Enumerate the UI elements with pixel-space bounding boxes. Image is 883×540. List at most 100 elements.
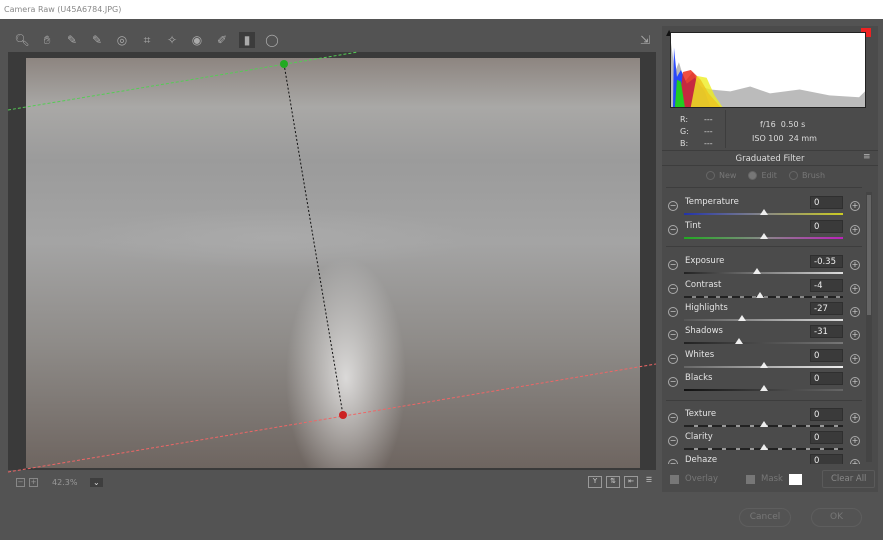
slider-value-input[interactable]: 0 bbox=[810, 408, 843, 421]
slider-value-input[interactable]: -31 bbox=[810, 325, 843, 338]
ok-button[interactable]: OK bbox=[811, 508, 862, 527]
scrollbar-thumb[interactable] bbox=[867, 195, 871, 315]
mode-radio-edit[interactable]: Edit bbox=[748, 171, 777, 180]
spot-removal-icon[interactable]: ✧ bbox=[164, 32, 180, 48]
mode-radio-brush[interactable]: Brush bbox=[788, 171, 826, 180]
decrease-icon[interactable]: − bbox=[668, 284, 678, 294]
panel-footer: Overlay Mask Clear All bbox=[662, 468, 878, 490]
increase-icon[interactable]: + bbox=[850, 284, 860, 294]
slider-value-input[interactable]: -0.35 bbox=[810, 255, 843, 268]
copy-settings-button[interactable]: ⇤ bbox=[624, 476, 638, 488]
swap-settings-button[interactable]: ⇅ bbox=[606, 476, 620, 488]
slider-value-input[interactable]: -4 bbox=[810, 279, 843, 292]
r-label: R: bbox=[680, 115, 689, 124]
mode-label: Edit bbox=[761, 171, 777, 180]
open-in-icon[interactable]: ⇲ bbox=[637, 32, 653, 48]
mask-checkbox[interactable] bbox=[746, 474, 756, 484]
decrease-icon[interactable]: − bbox=[668, 225, 678, 235]
slider-thumb[interactable] bbox=[759, 209, 768, 215]
zoom-out-button[interactable]: − bbox=[16, 477, 25, 487]
clear-all-button[interactable]: Clear All bbox=[821, 470, 876, 488]
white-balance-icon[interactable]: ✎ bbox=[64, 32, 80, 48]
slider-value-input[interactable]: 0 bbox=[810, 454, 843, 464]
slider-label: Clarity bbox=[685, 432, 713, 442]
increase-icon[interactable]: + bbox=[850, 201, 860, 211]
hand-icon[interactable]: ✋︎ bbox=[39, 32, 55, 48]
slider-value-input[interactable]: -27 bbox=[810, 302, 843, 315]
increase-icon[interactable]: + bbox=[850, 459, 860, 464]
slider-thumb[interactable] bbox=[759, 385, 768, 391]
slider-row-whites: − Whites 0 + bbox=[666, 349, 862, 372]
slider-row-dehaze: − Dehaze 0 + bbox=[666, 454, 862, 464]
decrease-icon[interactable]: − bbox=[668, 260, 678, 270]
b-value: --- bbox=[704, 139, 713, 148]
slider-track[interactable] bbox=[684, 319, 843, 321]
red-eye-icon[interactable]: ◉ bbox=[189, 32, 205, 48]
before-after-y-button[interactable]: Y bbox=[588, 476, 602, 488]
decrease-icon[interactable]: − bbox=[668, 459, 678, 464]
decrease-icon[interactable]: − bbox=[668, 354, 678, 364]
mask-color-swatch[interactable] bbox=[788, 473, 802, 485]
cancel-button[interactable]: Cancel bbox=[739, 508, 791, 527]
slider-label: Whites bbox=[685, 350, 715, 360]
slider-row-contrast: − Contrast -4 + bbox=[666, 279, 862, 302]
slider-value-input[interactable]: 0 bbox=[810, 196, 843, 209]
slider-thumb[interactable] bbox=[756, 292, 765, 298]
toolbar: 🔍︎ ✋︎ ✎ ✎ ◎ ⌗ ✧ ◉ ✐ ▮ ◯ bbox=[8, 28, 656, 52]
slider-row-texture: − Texture 0 + bbox=[666, 408, 862, 431]
color-sampler-icon[interactable]: ✎ bbox=[89, 32, 105, 48]
slider-thumb[interactable] bbox=[738, 315, 747, 321]
slider-thumb[interactable] bbox=[759, 421, 768, 427]
increase-icon[interactable]: + bbox=[850, 260, 860, 270]
slider-thumb[interactable] bbox=[759, 444, 768, 450]
decrease-icon[interactable]: − bbox=[668, 307, 678, 317]
panel-menu-icon[interactable]: ≡ bbox=[863, 152, 871, 162]
b-label: B: bbox=[680, 139, 689, 148]
decrease-icon[interactable]: − bbox=[668, 330, 678, 340]
overlay-checkbox[interactable] bbox=[670, 474, 679, 484]
toggle-settings-icon[interactable]: ☰ bbox=[642, 476, 656, 488]
zoom-icon[interactable]: 🔍︎ bbox=[14, 32, 30, 48]
increase-icon[interactable]: + bbox=[850, 330, 860, 340]
slider-label: Texture bbox=[685, 409, 717, 419]
slider-value-input[interactable]: 0 bbox=[810, 372, 843, 385]
radio-icon bbox=[706, 171, 715, 180]
increase-icon[interactable]: + bbox=[850, 354, 860, 364]
decrease-icon[interactable]: − bbox=[668, 413, 678, 423]
slider-value-input[interactable]: 0 bbox=[810, 349, 843, 362]
mode-radio-group: New Edit Brush bbox=[700, 171, 831, 182]
increase-icon[interactable]: + bbox=[850, 413, 860, 423]
increase-icon[interactable]: + bbox=[850, 436, 860, 446]
targeted-adjustment-icon[interactable]: ◎ bbox=[114, 32, 130, 48]
slider-value-input[interactable]: 0 bbox=[810, 220, 843, 233]
decrease-icon[interactable]: − bbox=[668, 201, 678, 211]
crop-icon[interactable]: ⌗ bbox=[139, 32, 155, 48]
slider-thumb[interactable] bbox=[752, 268, 761, 274]
radio-icon bbox=[788, 171, 798, 180]
increase-icon[interactable]: + bbox=[850, 377, 860, 387]
decrease-icon[interactable]: − bbox=[668, 377, 678, 387]
mode-radio-new[interactable]: New bbox=[706, 171, 736, 180]
slider-thumb[interactable] bbox=[734, 338, 743, 344]
increase-icon[interactable]: + bbox=[850, 225, 860, 235]
zoom-dropdown-chevron-icon[interactable]: ⌄ bbox=[90, 477, 103, 487]
slider-track[interactable] bbox=[684, 272, 843, 274]
slider-thumb[interactable] bbox=[759, 233, 768, 239]
slider-value-input[interactable]: 0 bbox=[810, 431, 843, 444]
slider-thumb[interactable] bbox=[759, 362, 768, 368]
overlay-label: Overlay bbox=[685, 474, 719, 484]
adjustment-brush-icon[interactable]: ✐ bbox=[214, 32, 230, 48]
mask-label: Mask bbox=[761, 474, 783, 484]
divider bbox=[666, 187, 862, 188]
zoom-in-button[interactable]: + bbox=[29, 477, 38, 487]
slider-row-exposure: − Exposure -0.35 + bbox=[666, 255, 862, 278]
photo-preview[interactable] bbox=[26, 58, 640, 468]
increase-icon[interactable]: + bbox=[850, 307, 860, 317]
mode-label: Brush bbox=[801, 171, 826, 180]
decrease-icon[interactable]: − bbox=[668, 436, 678, 446]
radial-filter-icon[interactable]: ◯ bbox=[264, 32, 280, 48]
slider-track[interactable] bbox=[684, 342, 843, 344]
graduated-filter-icon[interactable]: ▮ bbox=[239, 32, 255, 48]
r-value: --- bbox=[704, 115, 713, 124]
mode-label: New bbox=[719, 171, 737, 180]
